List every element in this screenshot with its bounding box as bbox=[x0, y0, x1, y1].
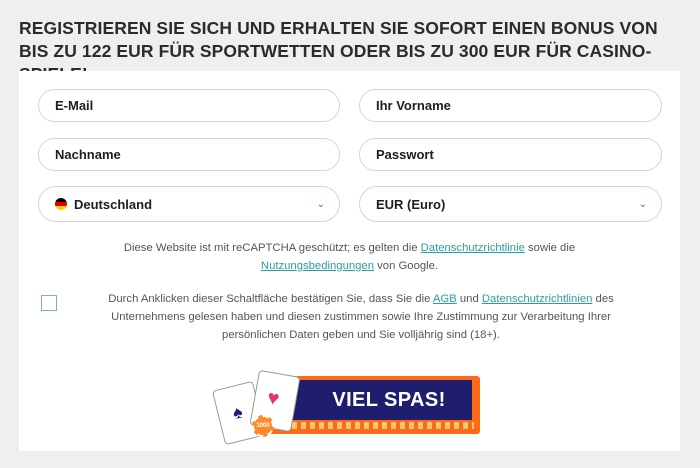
country-value: Deutschland bbox=[74, 196, 153, 212]
register-cta-button[interactable]: VIEL SPAS! ♠ ♥ 1000 bbox=[211, 369, 481, 446]
terms-of-service-link[interactable]: Nutzungsbedingungen bbox=[261, 260, 374, 272]
password-field[interactable] bbox=[359, 138, 662, 171]
cta-inner: VIEL SPAS! bbox=[276, 380, 472, 420]
agb-link[interactable]: AGB bbox=[433, 293, 457, 305]
password-input[interactable] bbox=[376, 147, 661, 162]
cta-background: VIEL SPAS! bbox=[268, 376, 480, 434]
lastname-field[interactable] bbox=[38, 138, 340, 171]
firstname-field[interactable] bbox=[359, 89, 662, 122]
privacy-policy-link[interactable]: Datenschutzrichtlinie bbox=[421, 242, 525, 254]
consent-checkbox[interactable] bbox=[41, 295, 57, 311]
recaptcha-notice: Diese Website ist mit reCAPTCHA geschütz… bbox=[19, 239, 680, 275]
country-select[interactable]: Deutschland ⌄ bbox=[38, 186, 340, 222]
germany-flag-icon bbox=[55, 198, 67, 210]
currency-select[interactable]: EUR (Euro) ⌄ bbox=[359, 186, 662, 222]
chevron-down-icon: ⌄ bbox=[638, 198, 647, 210]
recaptcha-text: sowie die bbox=[528, 242, 576, 254]
firstname-input[interactable] bbox=[376, 98, 661, 113]
privacy-policies-link[interactable]: Datenschutzrichtlinien bbox=[482, 293, 593, 305]
currency-value: EUR (Euro) bbox=[376, 196, 446, 212]
consent-text-part: Durch Anklicken dieser Schaltfläche best… bbox=[108, 293, 431, 305]
heart-icon: ♥ bbox=[265, 386, 282, 411]
lastname-input[interactable] bbox=[55, 147, 339, 162]
casino-chip-icon: 1000 bbox=[252, 415, 274, 437]
recaptcha-text: von Google. bbox=[377, 260, 439, 272]
registration-form: Deutschland ⌄ EUR (Euro) ⌄ Diese Website… bbox=[19, 71, 680, 451]
consent-text: Durch Anklicken dieser Schaltfläche best… bbox=[81, 290, 641, 344]
consent-text-part: und bbox=[459, 293, 479, 305]
cta-label: VIEL SPAS! bbox=[332, 388, 446, 411]
email-field[interactable] bbox=[38, 89, 340, 122]
spade-icon: ♠ bbox=[230, 401, 245, 424]
cta-lights bbox=[274, 422, 474, 429]
chevron-down-icon: ⌄ bbox=[316, 198, 325, 210]
email-input[interactable] bbox=[55, 98, 339, 113]
recaptcha-text: Diese Website ist mit reCAPTCHA geschütz… bbox=[123, 242, 418, 254]
